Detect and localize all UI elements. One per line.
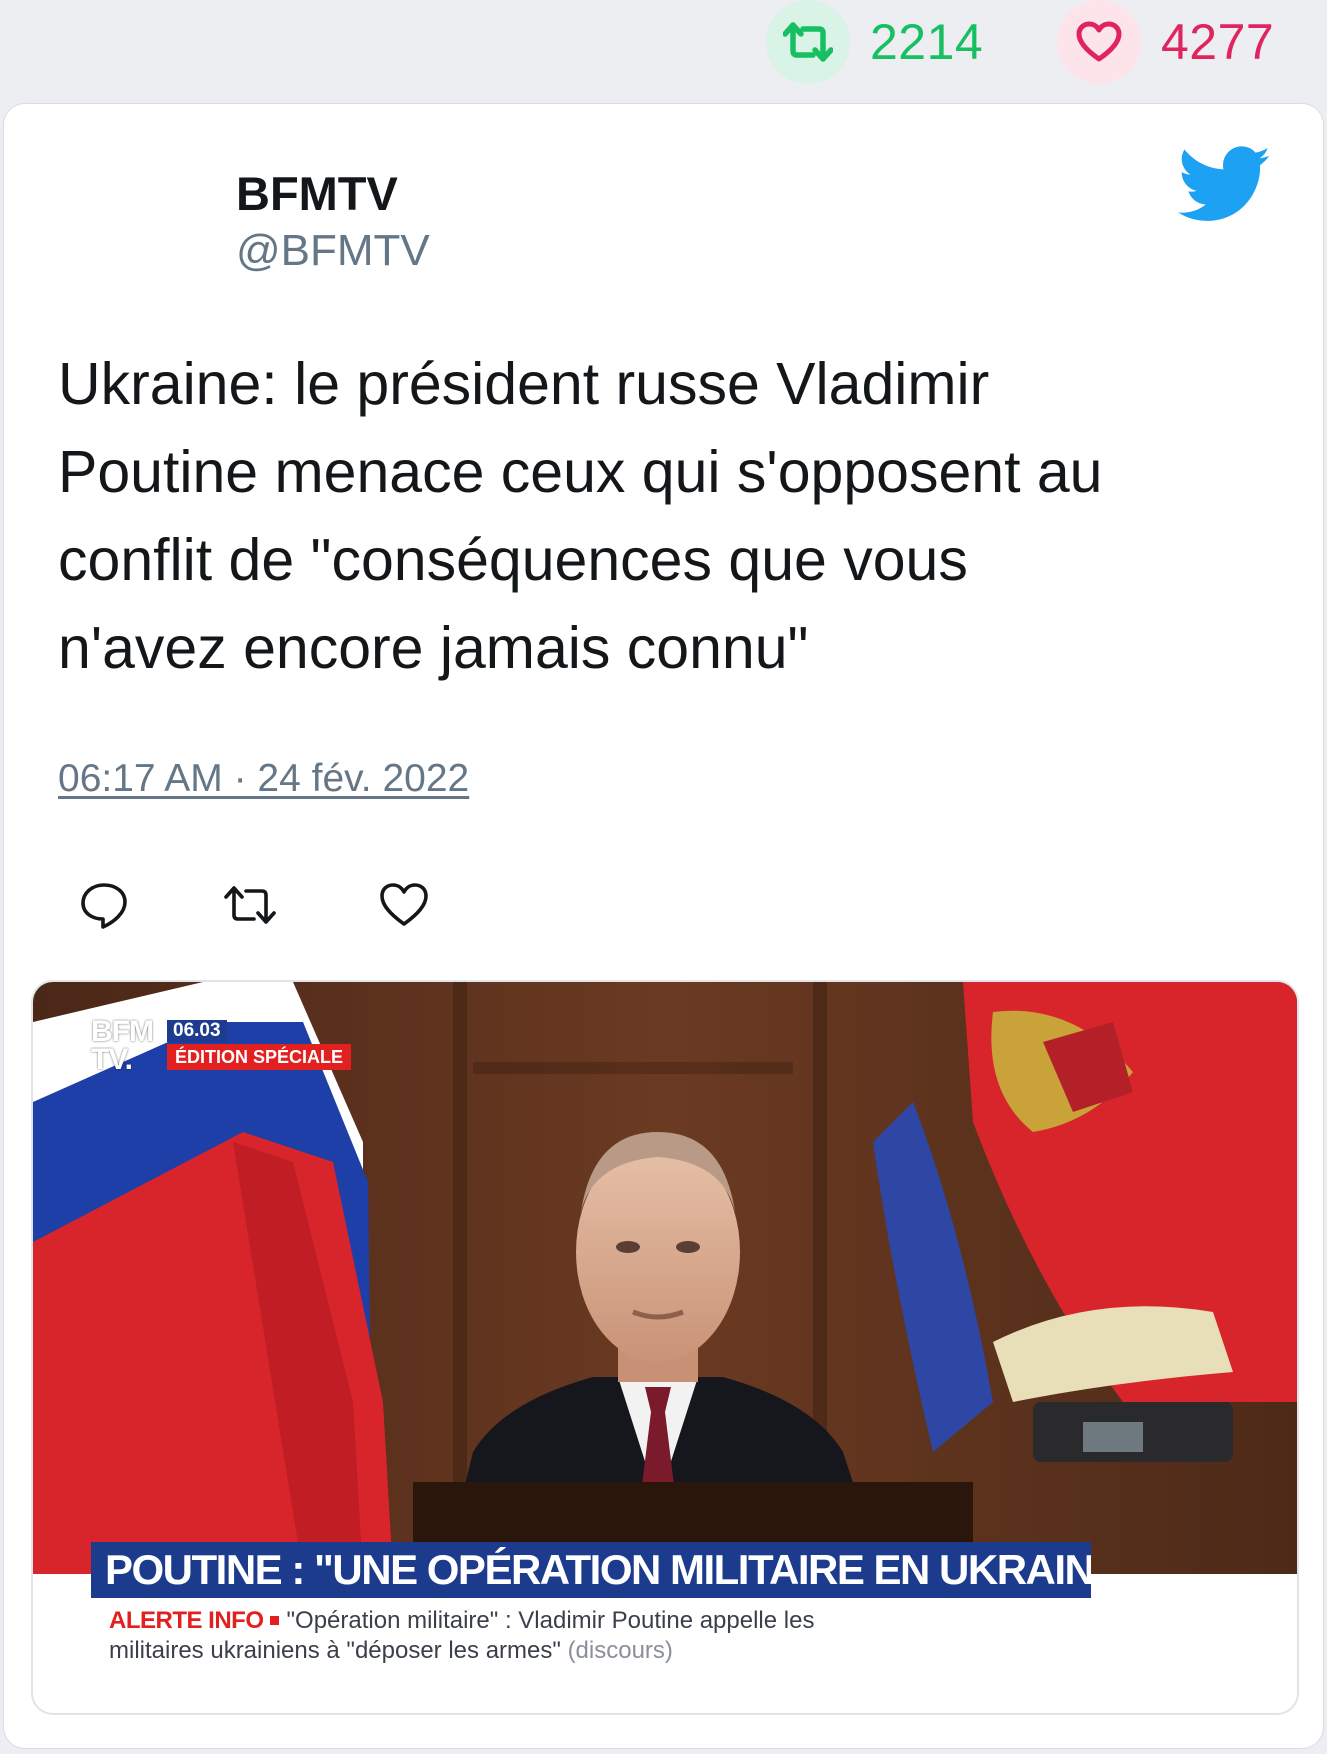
ticker-text: "Opération militaire" : Vladimir Poutine… — [286, 1607, 815, 1634]
heart-icon — [380, 883, 428, 926]
like-button[interactable] — [376, 877, 432, 933]
retweet-button[interactable] — [222, 877, 278, 933]
channel-logo-line: BFM — [91, 1015, 154, 1048]
like-count: 4277 — [1161, 14, 1275, 70]
tweet-text-line: Ukraine: le président russe Vladimir — [58, 351, 990, 417]
like-stat[interactable]: 4277 — [1057, 0, 1274, 84]
retweet-icon — [224, 886, 276, 924]
ticker-text: militaires ukrainiens à "déposer les arm… — [109, 1637, 561, 1664]
broadcast-headline: POUTINE : "UNE OPÉRATION MILITAIRE EN UK… — [91, 1542, 1091, 1598]
ticker-label: ALERTE INFO — [109, 1607, 264, 1634]
broadcast-still — [33, 982, 1297, 1574]
reply-icon — [81, 883, 127, 929]
retweet-count: 2214 — [870, 14, 984, 70]
retweet-stat[interactable]: 2214 — [766, 0, 983, 84]
tweet-text: Ukraine: le président russe Vladimir Pou… — [58, 340, 1258, 692]
tweet-text-line: conflit de "conséquences que vous — [58, 527, 968, 593]
tweet-card[interactable]: BFMTV @BFMTV Ukraine: le président russe… — [3, 103, 1324, 1749]
twitter-bird-icon[interactable] — [1177, 146, 1273, 224]
tweet-text-line: Poutine menace ceux qui s'opposent au — [58, 439, 1103, 505]
heart-icon — [1057, 0, 1141, 84]
engagement-stats: 2214 4277 — [0, 0, 1327, 88]
author-name[interactable]: BFMTV — [236, 166, 398, 221]
channel-logo-line: TV. — [91, 1043, 133, 1076]
time-badge: 06.03 — [167, 1020, 227, 1042]
retweet-icon — [766, 0, 850, 84]
tweet-timestamp[interactable]: 06:17 AM · 24 fév. 2022 — [58, 757, 469, 801]
author-handle[interactable]: @BFMTV — [236, 226, 430, 276]
news-ticker: ALERTE INFO "Opération militaire" : Vladi… — [109, 1606, 1209, 1666]
ticker-tag: (discours) — [567, 1637, 673, 1664]
ticker-bullet — [269, 1615, 279, 1625]
channel-logo: BFM TV. — [91, 1015, 161, 1076]
tweet-media-image[interactable]: BFM TV. 06.03 ÉDITION SPÉCIALE POUTINE :… — [31, 980, 1299, 1715]
reply-button[interactable] — [76, 877, 132, 933]
edition-badge: ÉDITION SPÉCIALE — [167, 1044, 352, 1070]
tweet-text-line: n'avez encore jamais connu" — [58, 615, 809, 681]
